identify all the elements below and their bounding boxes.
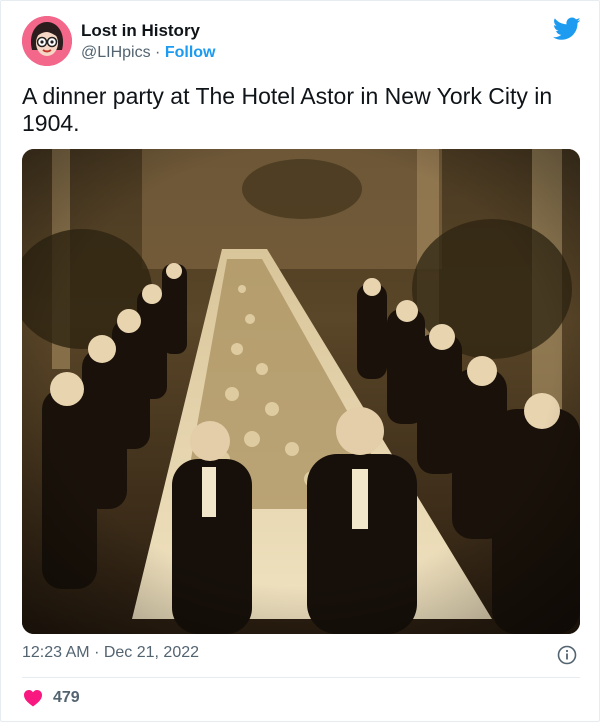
tweet-time: 12:23 AM: [22, 644, 90, 661]
author-name[interactable]: Lost in History: [81, 21, 200, 41]
author-handle[interactable]: @LIHpics: [81, 44, 151, 61]
divider: [22, 677, 580, 678]
heart-icon: [24, 690, 42, 707]
info-icon[interactable]: [557, 645, 577, 665]
tweet-text: A dinner party at The Hotel Astor in New…: [22, 83, 553, 136]
tweet-photo[interactable]: [22, 149, 580, 634]
twitter-bird-icon[interactable]: [553, 17, 581, 41]
tweet-date: Dec 21, 2022: [103, 644, 200, 661]
follow-button[interactable]: Follow: [165, 44, 216, 61]
separator-dot: ·: [94, 644, 104, 661]
timestamp-row[interactable]: 12:23 AM · Dec 21, 2022: [22, 644, 199, 662]
avatar[interactable]: [22, 16, 72, 66]
like-button[interactable]: 479: [23, 689, 80, 707]
separator-dot: ·: [155, 44, 161, 61]
like-count: 479: [53, 689, 80, 706]
handle-row: @LIHpics · Follow: [81, 44, 215, 62]
tweet-card: Lost in History @LIHpics · Follow A dinn…: [0, 0, 600, 722]
